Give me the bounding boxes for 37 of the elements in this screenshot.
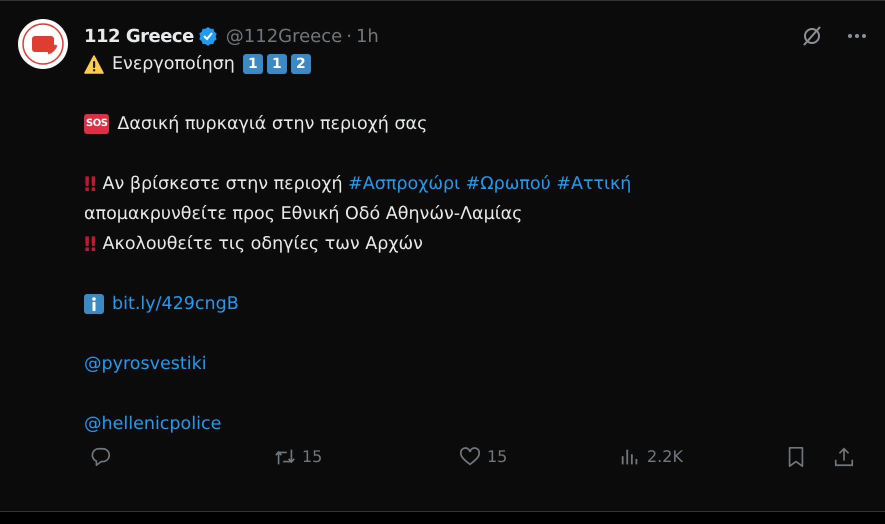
keycap-digit: 1 (266, 54, 287, 74)
mention-link[interactable]: @hellenicpolice (84, 409, 222, 439)
separator-dot: · (346, 24, 352, 48)
mention-link[interactable]: @pyrosvestiki (84, 349, 207, 379)
post-text: Αν βρίσκεστε στην περιοχή #Ασπροχώρι #Ωρωπού #Αττική (102, 173, 632, 196)
author-name[interactable]: 112 Greece (84, 22, 194, 50)
heart-icon (459, 446, 481, 468)
like-button[interactable]: 15 (459, 445, 508, 469)
post-text: απομακρυνθείτε προς Εθνική Οδό Αθηνών-Λαμίας (84, 203, 522, 226)
post-text: Δασική πυρκαγιά στην περιοχή σας (117, 113, 428, 136)
double-exclamation-mark: ‼ (84, 171, 95, 198)
grok-icon[interactable] (801, 25, 823, 47)
warning-icon (84, 54, 104, 74)
avatar[interactable] (18, 19, 68, 69)
sos-icon: SOS (84, 114, 110, 134)
post-text: Ενεργοποίηση (112, 53, 235, 76)
more-icon[interactable] (847, 33, 867, 39)
reply-icon (90, 446, 112, 468)
keycap-digit: 1 (242, 54, 263, 74)
repost-count: 15 (302, 446, 322, 468)
hashtag-link[interactable]: #Ωρωπού (466, 174, 551, 194)
author-handle[interactable]: @112Greece (226, 22, 342, 50)
url-link[interactable]: bit.ly/429cngB (112, 289, 239, 319)
keycap-digit: 2 (290, 54, 311, 74)
like-count: 15 (487, 446, 508, 468)
hashtag-link[interactable]: #Ασπροχώρι (348, 174, 460, 194)
views-count: 2.2K (647, 446, 683, 468)
post-text: Ακολουθείτε τις οδηγίες των Αρχών (102, 233, 423, 256)
hashtag-link[interactable]: #Αττική (556, 174, 632, 194)
post-time[interactable]: 1h (356, 22, 379, 50)
repost-button[interactable]: 15 (274, 445, 322, 469)
info-icon (84, 294, 104, 314)
reply-button[interactable] (90, 446, 112, 468)
share-button[interactable] (833, 446, 855, 468)
double-exclamation-mark: ‼ (84, 231, 95, 258)
views-button[interactable]: 2.2K (619, 445, 683, 469)
share-icon (833, 446, 855, 468)
